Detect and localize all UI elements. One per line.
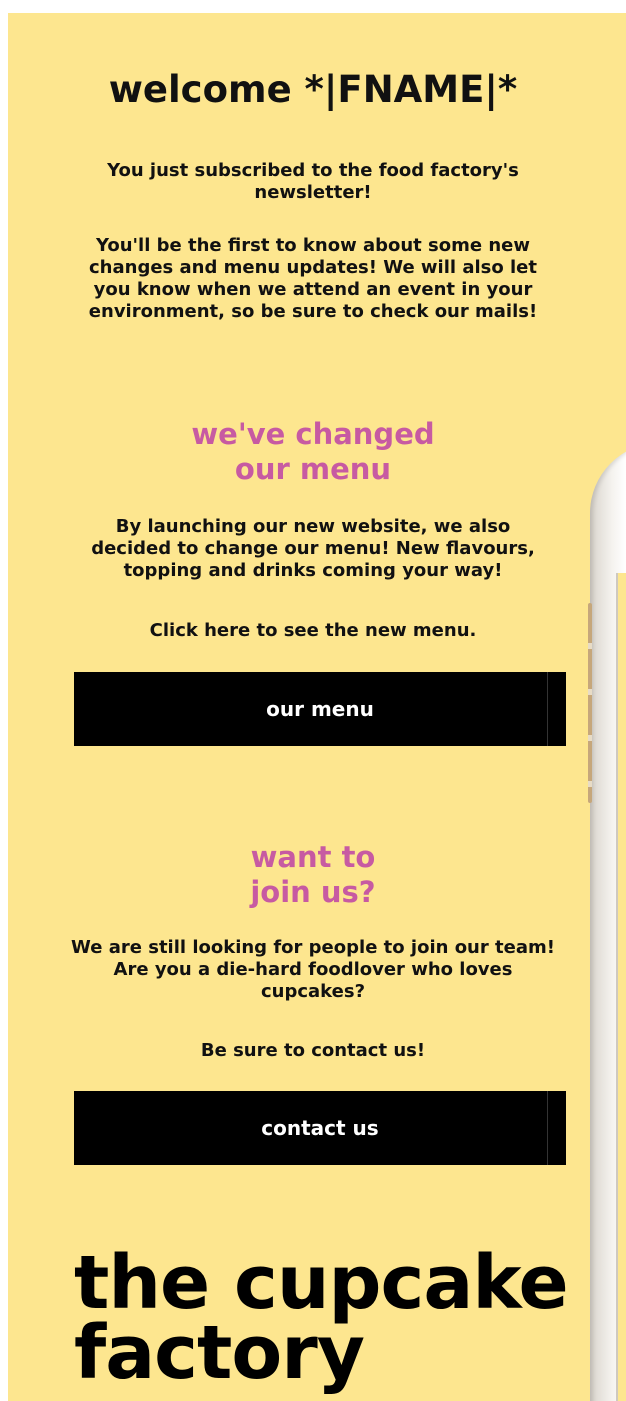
our-menu-button[interactable]: our menu xyxy=(74,672,566,746)
button-edge-decoration xyxy=(547,1091,548,1165)
brand-logo-text: the cupcake factory xyxy=(74,1240,614,1396)
menu-heading-line1: we've changed xyxy=(191,417,435,451)
join-section-text: We are still looking for people to join … xyxy=(71,937,555,1002)
intro-text-subscribed: You just subscribed to the food factory'… xyxy=(107,160,519,203)
join-section-cta-text: Be sure to contact us! xyxy=(200,1040,426,1061)
join-section-heading: want to join us? xyxy=(160,840,466,910)
button-edge-decoration xyxy=(547,672,548,746)
menu-section-heading: we've changed our menu xyxy=(160,417,466,487)
menu-heading-line2: our menu xyxy=(234,452,392,486)
welcome-title: welcome *|FNAME|* xyxy=(108,68,518,111)
brand-line2: factory xyxy=(74,1310,365,1396)
contact-us-button[interactable]: contact us xyxy=(74,1091,566,1165)
phone-side-buttons-decoration xyxy=(588,603,592,803)
intro-text-updates: You'll be the first to know about some n… xyxy=(88,235,538,322)
join-heading-line1: want to xyxy=(250,840,376,874)
join-heading-line2: join us? xyxy=(250,875,376,909)
menu-section-cta-text: Click here to see the new menu. xyxy=(149,620,477,641)
brand-line1: the cupcake xyxy=(74,1240,569,1326)
contact-us-button-label: contact us xyxy=(261,1116,379,1140)
phone-screen-decoration xyxy=(616,573,626,1401)
our-menu-button-label: our menu xyxy=(266,697,374,721)
menu-section-text: By launching our new website, we also de… xyxy=(91,516,535,581)
